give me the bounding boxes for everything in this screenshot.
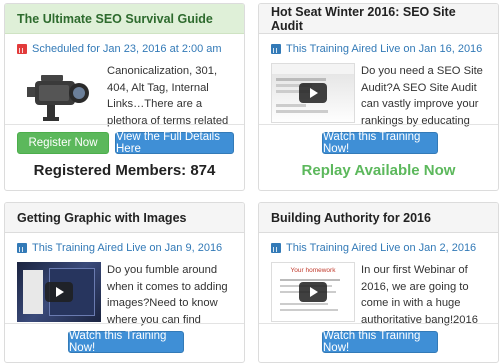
- calendar-icon: [17, 44, 27, 54]
- card-description: In our first Webinar of 2016, we are goi…: [361, 264, 478, 326]
- card-title: The Ultimate SEO Survival Guide: [5, 4, 244, 34]
- play-icon[interactable]: [45, 282, 73, 302]
- view-details-button[interactable]: View the Full Details Here: [115, 131, 234, 155]
- video-camera-icon: [17, 63, 101, 123]
- card-description: Do you need a SEO Site Audit?A SEO Site …: [361, 65, 483, 127]
- card-description: Canonicalization, 301, 404, Alt Tag, Int…: [107, 65, 229, 127]
- divider: [259, 323, 498, 324]
- thumbnail-caption: Your homework: [290, 267, 336, 274]
- video-thumbnail[interactable]: Your homework: [271, 262, 355, 322]
- video-thumbnail[interactable]: [17, 262, 101, 322]
- calendar-icon: [271, 243, 281, 253]
- watch-training-button[interactable]: Watch this Training Now!: [322, 131, 438, 155]
- card-description: Do you fumble around when it comes to ad…: [107, 264, 228, 326]
- aired-line: This Training Aired Live on Jan 16, 2016: [259, 41, 498, 57]
- play-icon[interactable]: [299, 83, 327, 103]
- training-card-graphic-images: Getting Graphic with Images This Trainin…: [4, 202, 245, 363]
- card-title: Building Authority for 2016: [259, 203, 498, 233]
- play-icon[interactable]: [299, 282, 327, 302]
- replay-status: Replay Available Now: [301, 162, 456, 179]
- aired-line: This Training Aired Live on Jan 2, 2016: [259, 240, 498, 256]
- card-title: Getting Graphic with Images: [5, 203, 244, 233]
- watch-training-button[interactable]: Watch this Training Now!: [68, 330, 184, 354]
- divider: [5, 323, 244, 324]
- aired-date: This Training Aired Live on Jan 9, 2016: [32, 242, 223, 254]
- registered-members-count: Registered Members: 874: [33, 162, 216, 179]
- schedule-line: Scheduled for Jan 23, 2016 at 2:00 am: [5, 41, 244, 57]
- schedule-date: Scheduled for Jan 23, 2016 at 2:00 am: [32, 43, 222, 55]
- divider: [5, 124, 244, 125]
- calendar-icon: [17, 243, 27, 253]
- training-card-site-audit: Hot Seat Winter 2016: SEO Site Audit Thi…: [258, 3, 499, 191]
- training-card-seo-survival: The Ultimate SEO Survival Guide Schedule…: [4, 3, 245, 191]
- video-thumbnail[interactable]: [271, 63, 355, 123]
- card-title: Hot Seat Winter 2016: SEO Site Audit: [259, 4, 498, 34]
- aired-date: This Training Aired Live on Jan 16, 2016: [286, 43, 483, 55]
- divider: [259, 124, 498, 125]
- calendar-icon: [271, 44, 281, 54]
- register-now-button[interactable]: Register Now: [17, 132, 109, 154]
- training-card-building-authority: Building Authority for 2016 This Trainin…: [258, 202, 499, 363]
- watch-training-button[interactable]: Watch this Training Now!: [322, 330, 438, 354]
- aired-date: This Training Aired Live on Jan 2, 2016: [286, 242, 477, 254]
- aired-line: This Training Aired Live on Jan 9, 2016: [5, 240, 244, 256]
